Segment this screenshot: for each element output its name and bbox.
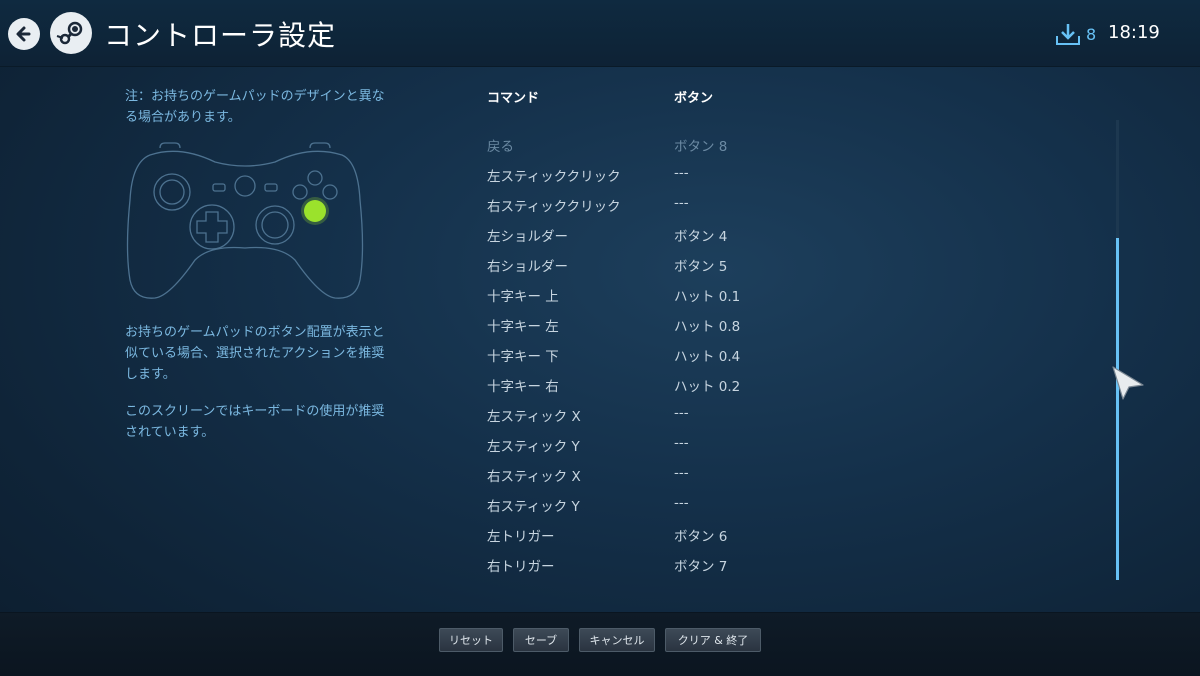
mapping-command: 十字キー 右 [487,379,559,395]
downloads-indicator[interactable]: 8 [1054,20,1096,48]
page-title: コントローラ設定 [104,19,337,52]
mapping-button: ハット 0.8 [674,319,741,335]
mapping-button: ボタン 8 [674,139,728,155]
mapping-row[interactable]: 左スティック X --- [476,398,1076,428]
mapping-row-back[interactable]: 戻る ボタン 8 [476,128,1076,158]
mapping-row[interactable]: 左トリガー ボタン 6 [476,518,1076,548]
mapping-button: --- [674,435,689,451]
footer-bar: リセット セーブ キャンセル クリア & 終了 [0,612,1200,676]
mapping-row[interactable]: 十字キー 右 ハット 0.2 [476,368,1076,398]
mapping-command: 左ショルダー [487,229,568,245]
mapping-button: --- [674,165,689,181]
mapping-button: ボタン 7 [674,559,728,575]
steam-logo[interactable] [50,12,92,54]
mapping-button: ボタン 5 [674,259,728,275]
steam-logo-icon [56,21,83,45]
mapping-command: 十字キー 下 [487,349,559,365]
mapping-button: --- [674,405,689,421]
mapping-row[interactable]: 左ショルダー ボタン 4 [476,218,1076,248]
reset-button[interactable]: リセット [439,628,503,652]
mapping-row[interactable]: 左スティック Y --- [476,428,1076,458]
mapping-button: ボタン 6 [674,529,728,545]
column-header-command: コマンド [487,91,540,106]
mapping-command: 右スティック X [487,469,581,485]
download-count: 8 [1086,24,1097,44]
mapping-command: 左スティッククリック [487,169,621,185]
mapping-command: 戻る [487,139,514,155]
mapping-command: 右スティック Y [487,499,580,515]
mapping-command: 十字キー 上 [487,289,559,305]
mapping-command: 右スティッククリック [487,199,621,215]
mapping-button: ハット 0.1 [674,289,741,305]
save-button[interactable]: セーブ [513,628,569,652]
mapping-row[interactable]: 右ショルダー ボタン 5 [476,248,1076,278]
design-note: 注：お持ちのゲームパッドのデザインと異なる場合があります。 [125,89,385,125]
cancel-button[interactable]: キャンセル [579,628,655,652]
layout-description: お持ちのゲームパッドのボタン配置が表示と似ている場合、選択されたアクションを推奨… [125,325,385,382]
mapping-button: --- [674,465,689,481]
mapping-list: 戻る ボタン 8 左スティッククリック --- 右スティッククリック --- 左… [476,128,1076,578]
mapping-row[interactable]: 右トリガー ボタン 7 [476,548,1076,578]
mapping-row[interactable]: 十字キー 上 ハット 0.1 [476,278,1076,308]
mapping-button: --- [674,195,689,211]
mapping-button: ハット 0.2 [674,379,741,395]
gamepad-diagram [126,142,364,299]
mapping-row[interactable]: 左スティッククリック --- [476,158,1076,188]
mapping-row[interactable]: 右スティック Y --- [476,488,1076,518]
mapping-command: 左トリガー [487,529,555,545]
top-bar: コントローラ設定 8 18:19 [0,0,1200,67]
mapping-command: 右ショルダー [487,259,568,275]
mapping-command: 右トリガー [487,559,555,575]
mapping-row[interactable]: 右スティック X --- [476,458,1076,488]
clear-and-exit-button[interactable]: クリア & 終了 [665,628,761,652]
back-button[interactable] [8,18,40,50]
mapping-row[interactable]: 右スティッククリック --- [476,188,1076,218]
clock: 18:19 [1108,22,1160,43]
mapping-command: 十字キー 左 [487,319,559,335]
back-arrow-icon [16,26,31,42]
mapping-row[interactable]: 十字キー 左 ハット 0.8 [476,308,1076,338]
mapping-command: 左スティック X [487,409,581,425]
mapping-row[interactable]: 十字キー 下 ハット 0.4 [476,338,1076,368]
mapping-button: --- [674,495,689,511]
download-icon [1056,24,1080,45]
column-header-button: ボタン [674,91,714,106]
scrollbar-thumb[interactable] [1116,238,1119,580]
mapping-command: 左スティック Y [487,439,580,455]
mapping-button: ハット 0.4 [674,349,741,365]
mapping-button: ボタン 4 [674,229,728,245]
mouse-cursor-icon [1112,366,1144,400]
keyboard-recommendation: このスクリーンではキーボードの使用が推奨されています。 [125,404,385,440]
